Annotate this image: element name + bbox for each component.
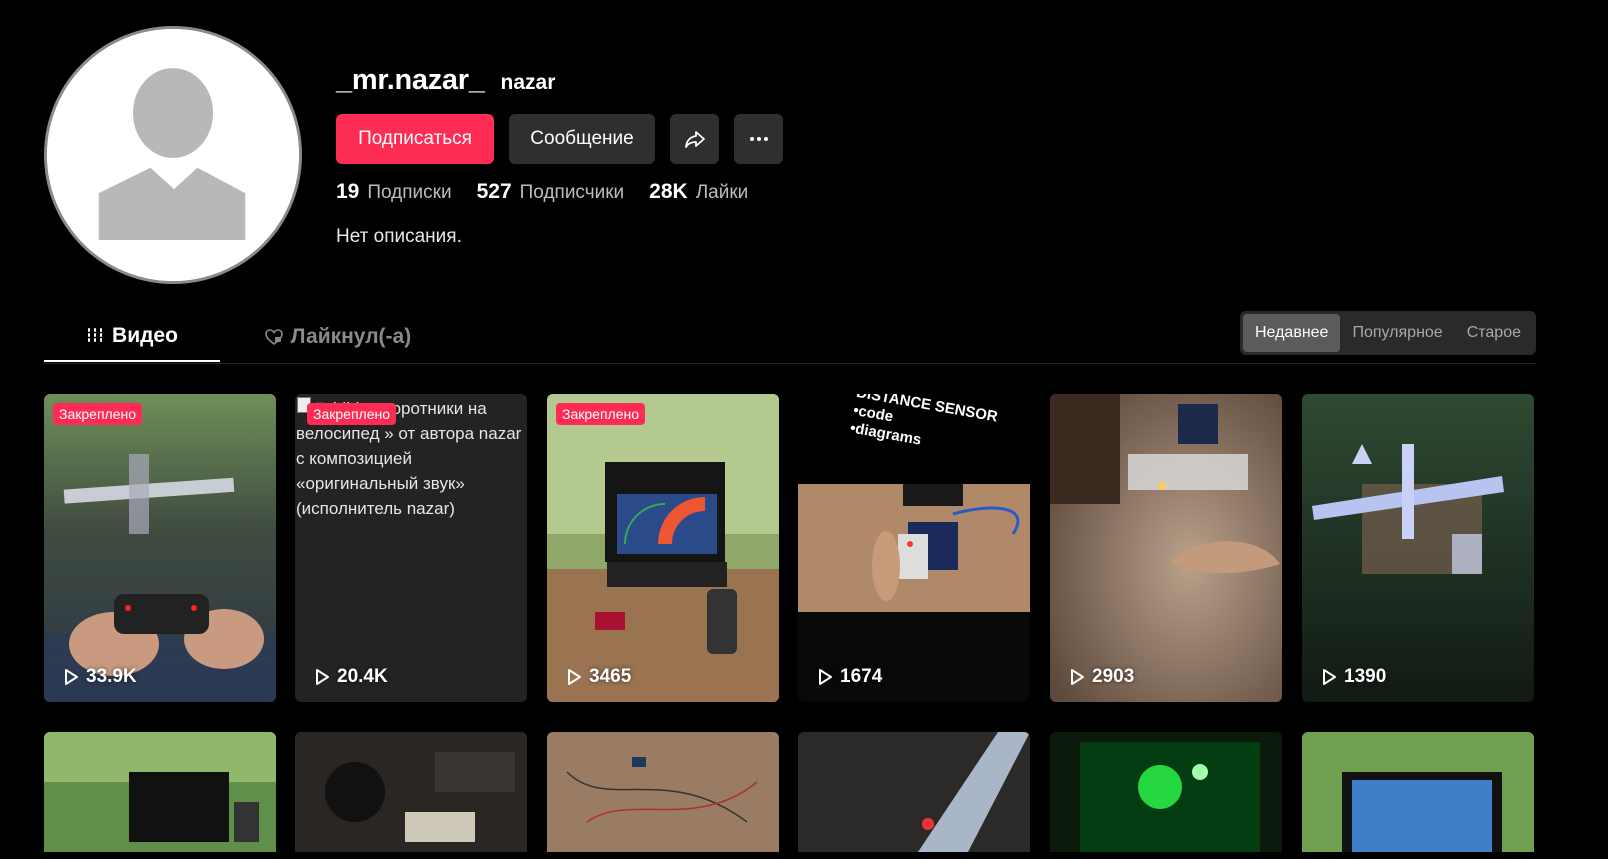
play-icon (568, 669, 581, 685)
grid-icon (88, 328, 103, 345)
video-thumbnail (547, 732, 779, 852)
video-card[interactable]: #ghjhj поворотники на велосипед » от авт… (295, 394, 527, 702)
share-icon (684, 131, 705, 148)
sort-oldest[interactable]: Старое (1455, 314, 1533, 352)
view-count-value: 20.4K (337, 666, 388, 687)
following-count: 19 (336, 180, 360, 203)
view-count: 1390 (1320, 666, 1386, 688)
profile-avatar (44, 26, 302, 284)
video-card[interactable] (1302, 732, 1534, 852)
profile-stats: 19 Подписки 527 Подписчики 28K Лайки (336, 180, 783, 204)
profile-tabs: Видео Лайкнул(-а) Недавнее Популярное Ст… (44, 311, 1536, 364)
sort-recent[interactable]: Недавнее (1242, 314, 1341, 352)
followers-label: Подписчики (519, 182, 625, 203)
nickname: nazar (500, 71, 556, 94)
play-icon (65, 669, 78, 685)
more-icon (749, 137, 768, 141)
play-icon (1323, 669, 1336, 685)
view-count-value: 2903 (1092, 666, 1135, 687)
likes-count: 28K (649, 180, 688, 203)
play-icon (316, 669, 329, 685)
video-thumbnail (798, 732, 1030, 852)
video-thumbnail (1302, 732, 1534, 852)
view-count: 1674 (816, 666, 882, 688)
video-thumbnail (44, 394, 276, 702)
likes-stat: 28K Лайки (649, 180, 748, 204)
view-count: 2903 (1068, 666, 1134, 688)
view-count-value: 1674 (840, 666, 883, 687)
following-label: Подписки (367, 182, 452, 203)
name-row: _mr.nazar_ nazar (336, 64, 783, 98)
video-card[interactable]: 2903 (1050, 394, 1282, 702)
video-card[interactable]: Закреплено 3465 (547, 394, 779, 702)
tab-liked-label: Лайкнул(-а) (290, 325, 412, 348)
follow-button[interactable]: Подписаться (336, 114, 494, 164)
profile-bio: Нет описания. (336, 226, 462, 247)
default-avatar-icon (47, 29, 299, 281)
video-card[interactable] (44, 732, 276, 852)
video-card[interactable]: 1390 (1302, 394, 1534, 702)
message-button[interactable]: Сообщение (509, 114, 655, 164)
view-count: 33.9K (62, 666, 137, 688)
video-thumbnail (1050, 732, 1282, 852)
profile-info: _mr.nazar_ nazar Подписаться Сообщение 1… (336, 64, 783, 248)
share-button[interactable] (670, 114, 719, 164)
video-card[interactable]: Закреплено 33.9K (44, 394, 276, 702)
more-button[interactable] (734, 114, 783, 164)
play-icon (819, 669, 832, 685)
video-card[interactable] (1050, 732, 1282, 852)
sort-popular[interactable]: Популярное (1340, 314, 1454, 352)
video-card[interactable] (547, 732, 779, 852)
tab-videos-label: Видео (112, 324, 178, 347)
heart-lock-icon (264, 329, 283, 346)
view-count-value: 3465 (589, 666, 632, 687)
following-stat[interactable]: 19 Подписки (336, 180, 452, 204)
view-count: 3465 (565, 666, 631, 688)
view-count-value: 1390 (1344, 666, 1387, 687)
video-thumbnail (1302, 394, 1534, 702)
sort-toggle: Недавнее Популярное Старое (1239, 311, 1536, 355)
play-icon (1071, 669, 1084, 685)
video-card[interactable] (798, 732, 1030, 852)
video-thumbnail (547, 394, 779, 702)
tab-videos[interactable]: Видео (44, 312, 220, 362)
view-count: 20.4K (313, 666, 388, 688)
pinned-badge: Закреплено (307, 403, 396, 425)
video-thumbnail (44, 732, 276, 852)
video-thumbnail (295, 732, 527, 852)
video-thumbnail (1050, 394, 1282, 702)
followers-stat[interactable]: 527 Подписчики (477, 180, 625, 204)
video-card[interactable]: DISTANCE SENSOR •code •diagrams 1674 (798, 394, 1030, 702)
action-buttons: Подписаться Сообщение (336, 114, 783, 164)
pinned-badge: Закреплено (53, 403, 142, 425)
username: _mr.nazar_ (336, 64, 485, 96)
view-count-value: 33.9K (86, 666, 137, 687)
video-card[interactable] (295, 732, 527, 852)
likes-label: Лайки (695, 182, 749, 203)
pinned-badge: Закреплено (556, 403, 645, 425)
followers-count: 527 (476, 180, 512, 203)
tab-liked[interactable]: Лайкнул(-а) (258, 312, 418, 362)
